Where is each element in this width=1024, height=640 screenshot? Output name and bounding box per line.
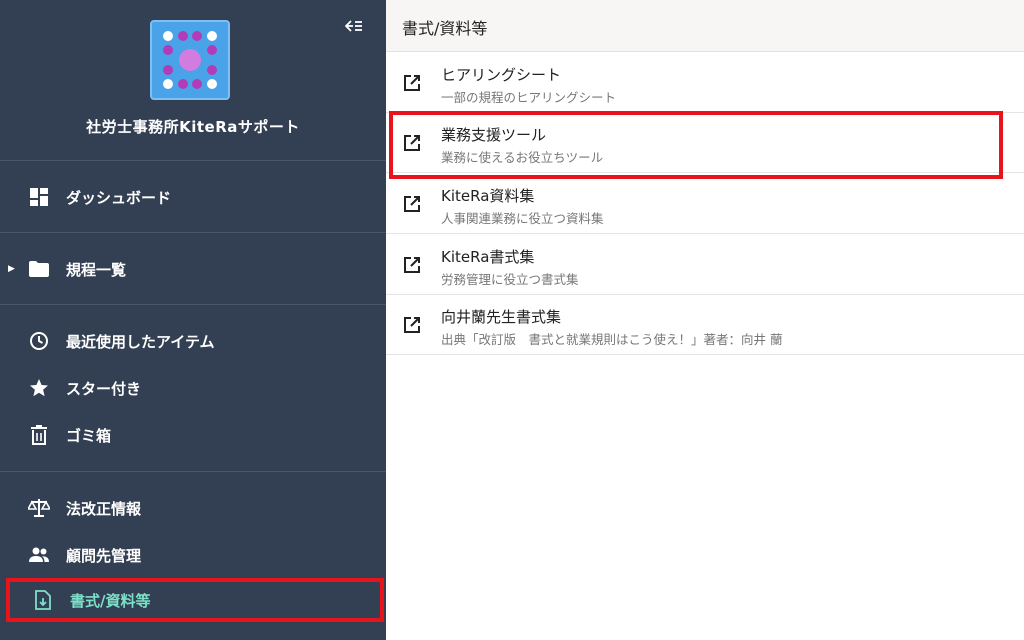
list-item-description: 一部の規程のヒアリングシート bbox=[441, 90, 617, 105]
list-item[interactable]: 業務支援ツール 業務に使えるお役立ちツール bbox=[386, 113, 1024, 173]
list-item-title: KiteRa書式集 bbox=[441, 248, 535, 266]
folder-icon bbox=[28, 258, 50, 280]
file-download-icon bbox=[32, 589, 54, 611]
logo-icon bbox=[163, 31, 217, 89]
list-item-description: 人事関連業務に役立つ資料集 bbox=[441, 211, 604, 226]
people-icon bbox=[28, 544, 50, 566]
list-item-title: 向井蘭先生書式集 bbox=[441, 308, 562, 326]
external-link-icon bbox=[404, 135, 420, 151]
sidebar-item-label: ゴミ箱 bbox=[66, 426, 112, 445]
sidebar-item-label: ダッシュボード bbox=[66, 188, 172, 207]
sidebar-item-starred[interactable]: スター付き bbox=[0, 366, 386, 410]
list-item[interactable]: 向井蘭先生書式集 出典「改訂版 書式と就業規則はこう使え！」著者：向井 蘭 bbox=[386, 295, 1024, 355]
star-icon bbox=[28, 377, 50, 399]
sidebar-item-clients[interactable]: 顧問先管理 bbox=[0, 533, 386, 577]
divider bbox=[0, 471, 386, 472]
list-item-description: 出典「改訂版 書式と就業規則はこう使え！」著者：向井 蘭 bbox=[441, 332, 783, 347]
sidebar-item-dashboard[interactable]: ダッシュボード bbox=[0, 175, 386, 219]
expand-caret-icon[interactable]: ▶ bbox=[8, 264, 15, 274]
panel-header: 書式/資料等 bbox=[386, 0, 1024, 52]
divider bbox=[0, 304, 386, 305]
divider bbox=[0, 232, 386, 233]
dashboard-icon bbox=[28, 186, 50, 208]
external-link-icon bbox=[404, 196, 420, 212]
list-item-description: 業務に使えるお役立ちツール bbox=[441, 150, 604, 165]
sidebar-item-trash[interactable]: ゴミ箱 bbox=[0, 413, 386, 457]
list-item-title: 業務支援ツール bbox=[441, 126, 547, 144]
scale-icon bbox=[28, 497, 50, 519]
divider bbox=[0, 160, 386, 161]
page-title: 書式/資料等 bbox=[402, 19, 488, 38]
collapse-icon bbox=[345, 20, 362, 32]
list-item-description: 労務管理に役立つ書式集 bbox=[441, 272, 579, 287]
sidebar-item-law-updates[interactable]: 法改正情報 bbox=[0, 486, 386, 530]
content-panel: 書式/資料等 ヒアリングシート 一部の規程のヒアリングシート 業務支援ツール 業… bbox=[386, 0, 1024, 640]
sidebar: 社労士事務所KiteRaサポート ダッシュボード ▶ 規程一覧 最近使用したアイ… bbox=[0, 0, 386, 640]
external-link-icon bbox=[404, 75, 420, 91]
list-item-title: ヒアリングシート bbox=[441, 66, 562, 84]
sidebar-item-label: 書式/資料等 bbox=[70, 591, 151, 610]
sidebar-item-label: スター付き bbox=[66, 379, 142, 398]
sidebar-item-forms[interactable]: 書式/資料等 bbox=[6, 578, 384, 622]
org-name: 社労士事務所KiteRaサポート bbox=[86, 118, 300, 136]
sidebar-item-label: 規程一覧 bbox=[66, 260, 127, 279]
external-link-icon bbox=[404, 257, 420, 273]
sidebar-item-label: 法改正情報 bbox=[66, 499, 142, 518]
list-item[interactable]: KiteRa資料集 人事関連業務に役立つ資料集 bbox=[386, 174, 1024, 234]
external-link-icon bbox=[404, 317, 420, 333]
org-logo bbox=[150, 20, 230, 100]
clock-icon bbox=[28, 330, 50, 352]
list-item-title: KiteRa資料集 bbox=[441, 187, 535, 205]
sidebar-item-regulations[interactable]: ▶ 規程一覧 bbox=[0, 247, 386, 291]
sidebar-item-recent[interactable]: 最近使用したアイテム bbox=[0, 319, 386, 363]
sidebar-item-label: 顧問先管理 bbox=[66, 546, 142, 565]
sidebar-item-label: 最近使用したアイテム bbox=[66, 332, 215, 351]
list-item[interactable]: KiteRa書式集 労務管理に役立つ書式集 bbox=[386, 235, 1024, 295]
trash-icon bbox=[28, 424, 50, 446]
collapse-sidebar-button[interactable] bbox=[340, 14, 368, 38]
list-item[interactable]: ヒアリングシート 一部の規程のヒアリングシート bbox=[386, 53, 1024, 113]
